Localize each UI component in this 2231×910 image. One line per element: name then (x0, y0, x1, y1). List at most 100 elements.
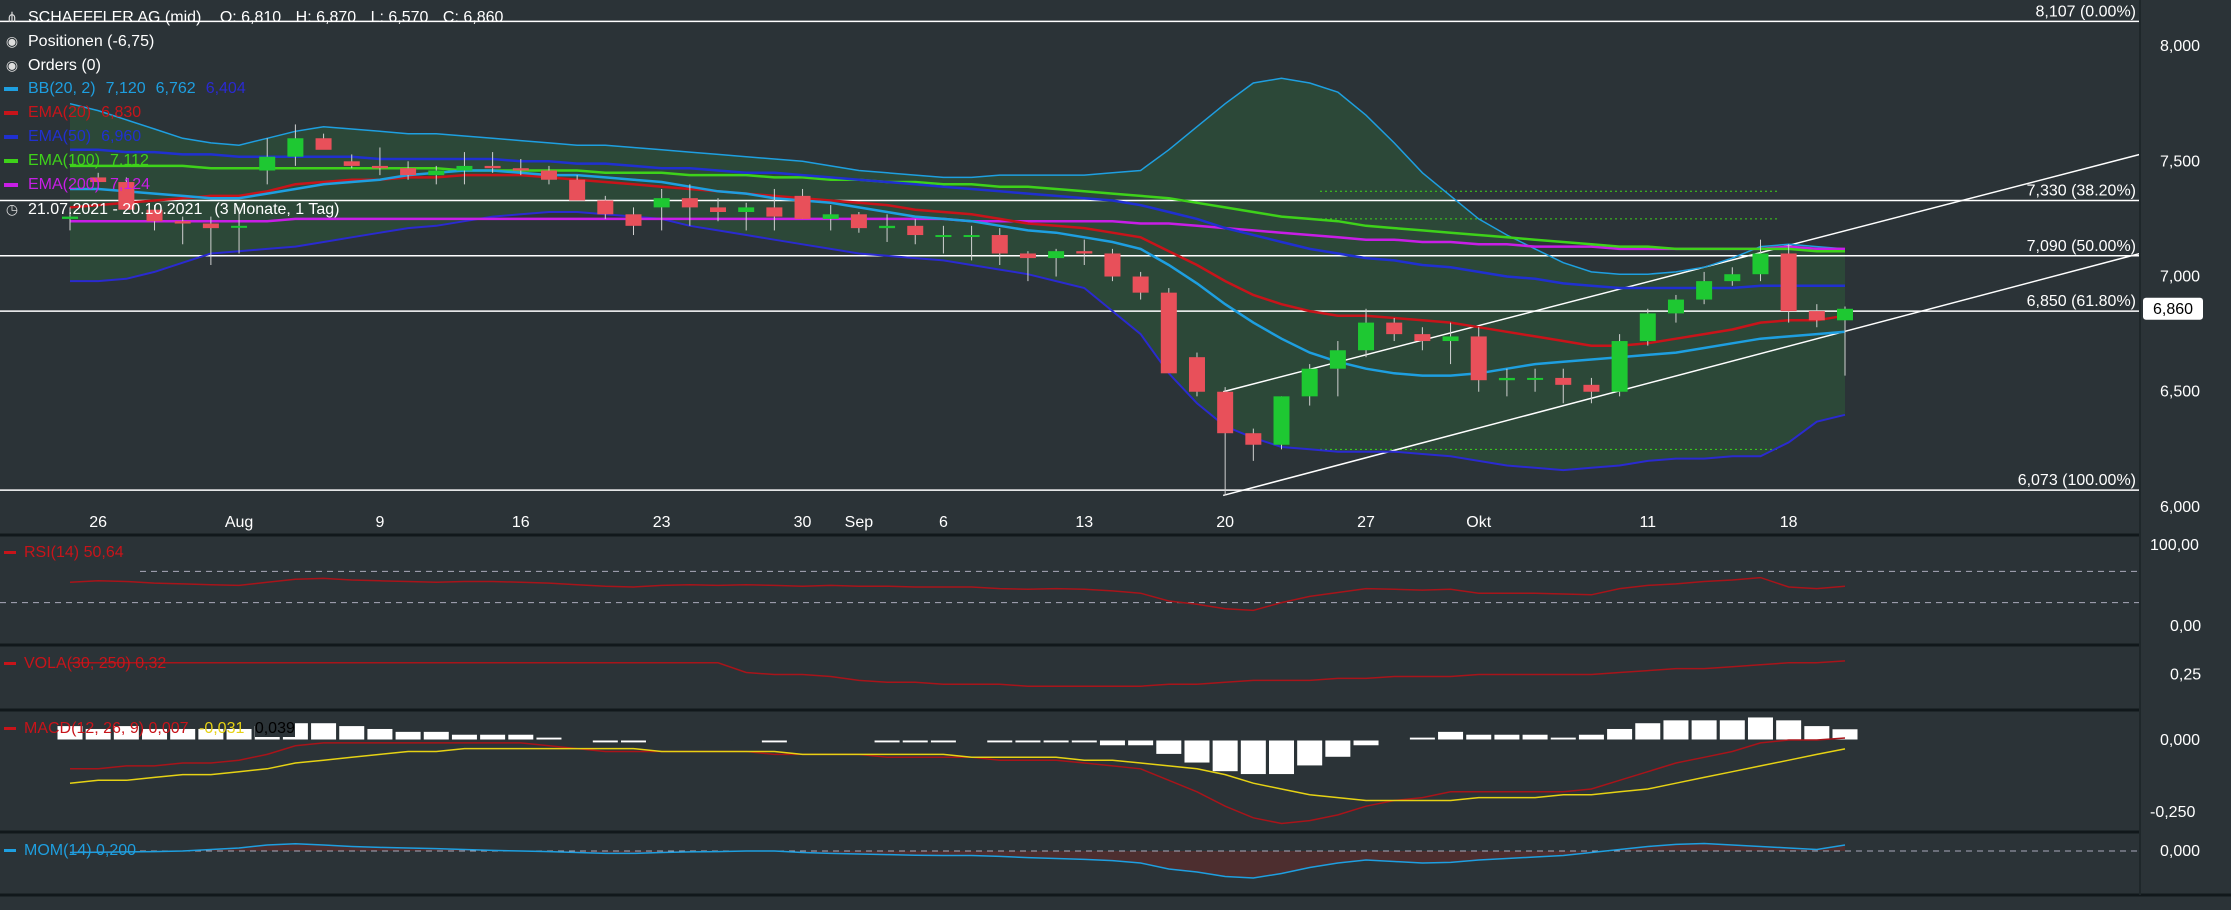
macd-histogram-bar (704, 739, 732, 742)
radio-icon: ◉ (5, 57, 19, 73)
mom-axis-label: 0,000 (2160, 843, 2200, 860)
candle-body (1188, 357, 1205, 392)
ohlc-close-value: 6,860 (463, 9, 504, 26)
candle-body (1414, 334, 1431, 342)
positions-row[interactable]: ◉ Positionen (-6,75) (4, 30, 154, 52)
ohlc-high-label: H: (295, 9, 312, 26)
x-axis-label: 30 (794, 514, 812, 531)
ema100-swatch (4, 158, 18, 163)
macd-histogram-bar (648, 739, 676, 742)
macd-histogram-bar (366, 727, 394, 741)
macd-histogram-bar (986, 739, 1014, 744)
positions-label: Positionen (-6,75) (28, 33, 155, 50)
ohlc-open-label: O: (219, 9, 237, 26)
macd-histogram-bar (1324, 739, 1352, 758)
macd-histogram-bar (338, 725, 366, 741)
macd-histogram-bar (1746, 716, 1774, 741)
bb-swatch (4, 86, 18, 91)
legend-ema100[interactable]: EMA(100) 7,112 (4, 150, 149, 172)
macd-histogram-bar (1014, 739, 1042, 744)
price-axis-label: 6,500 (2160, 384, 2200, 401)
candle-body (1696, 281, 1713, 300)
macd-legend[interactable]: MACD(12, 26, 9) 0,007 -0,031 0,039 (4, 720, 295, 738)
period-row[interactable]: ◷ 21.07.2021 - 20.10.2021 (3 Monate, 1 Tag… (4, 198, 340, 220)
orders-row[interactable]: ◉ Orders (0) (4, 54, 101, 76)
macd-histogram-bar (1127, 739, 1155, 747)
macd-histogram-bar (1437, 730, 1465, 741)
candle-body (1358, 322, 1375, 351)
candle-body (738, 207, 755, 212)
candle-body (850, 214, 867, 229)
candle-body (710, 207, 727, 212)
candle-body (1470, 336, 1487, 381)
candle-body (1273, 396, 1290, 445)
macd-histogram-bar (1634, 722, 1662, 741)
vola-legend[interactable]: VOLA(30, 250) 0,32 (4, 655, 166, 673)
candle-body (879, 225, 896, 229)
ema50-value: 6,960 (101, 128, 142, 145)
macd-histogram-bar (1211, 739, 1239, 773)
x-axis-label: 11 (1639, 514, 1656, 531)
x-axis-label: 18 (1780, 514, 1798, 531)
candle-body (315, 138, 332, 150)
macd-histogram-bar (789, 739, 817, 742)
rsi-value: 50,64 (83, 544, 124, 561)
macd-histogram-bar (845, 739, 873, 742)
candle-body (1301, 368, 1318, 397)
candle-body (1780, 253, 1797, 312)
orders-label: Orders (0) (28, 57, 101, 74)
chart-settings-icon[interactable]: ⋔ (4, 6, 20, 28)
candle-body (681, 198, 698, 208)
legend-ema20[interactable]: EMA(20) 6,830 (4, 102, 141, 124)
rsi-axis-label: 0,00 (2170, 618, 2201, 635)
vola-swatch (4, 662, 16, 666)
vola-value: 0,32 (135, 655, 167, 672)
ema50-swatch (4, 134, 18, 139)
macd-histogram-bar (1465, 733, 1493, 741)
macd-histogram-bar (732, 739, 760, 742)
macd-histogram-bar (760, 739, 788, 744)
macd-histogram-bar (479, 733, 507, 741)
fib-level-label: 8,107 (0.00%) (2035, 3, 2136, 20)
macd-histogram-bar (1577, 733, 1605, 741)
candle-body (428, 170, 445, 176)
macd-histogram-bar (1803, 725, 1831, 741)
legend-ema200[interactable]: EMA(200) 7,124 (4, 174, 150, 196)
x-axis-label: Okt (1466, 514, 1491, 531)
rsi-legend[interactable]: RSI(14) 50,64 (4, 544, 124, 562)
macd-axis-label: 0,000 (2160, 732, 2200, 749)
macd-histogram-bar (1493, 733, 1521, 741)
chart-canvas[interactable]: 8,107 (0.00%) 7,330 (38.20%) 7,090 (50.00%… (0, 0, 2231, 910)
ema20-label: EMA(20) (28, 104, 92, 121)
candle-body (1329, 350, 1346, 369)
candle-body (1667, 299, 1684, 314)
macd-histogram-bar (1296, 739, 1324, 767)
macd-histogram-bar (901, 739, 929, 744)
macd-label: MACD(12, 26, 9) (24, 720, 145, 737)
candle-body (907, 225, 924, 236)
last-price-value: 6,860 (2153, 301, 2193, 318)
x-axis-label: 27 (1357, 514, 1375, 531)
candle-body (1583, 384, 1600, 392)
macd-histogram-bar (958, 739, 986, 742)
x-axis-label: 9 (375, 514, 384, 531)
candle-body (1104, 253, 1121, 277)
legend-ema50[interactable]: EMA(50) 6,960 (4, 126, 141, 148)
price-axis-label: 6,000 (2160, 499, 2200, 516)
candle-body (371, 165, 388, 169)
ema200-value: 7,124 (110, 176, 151, 193)
candle-body (597, 200, 614, 215)
candle-body (174, 221, 191, 224)
legend-bb[interactable]: BB(20, 2) 7,120 6,762 6,404 (4, 78, 246, 100)
candle-body (963, 235, 980, 238)
candle-body (400, 168, 417, 176)
candle-body (484, 165, 501, 169)
candle-body (1386, 322, 1403, 335)
macd-histogram-bar (1268, 739, 1296, 776)
candle-body (569, 179, 586, 201)
mom-legend[interactable]: MOM(14) 0,200 (4, 842, 136, 860)
macd-histogram-bar (535, 736, 563, 741)
ohlc-low-label: L: (370, 9, 384, 26)
ohlc-low-value: 6,570 (388, 9, 429, 26)
macd-signal-value: -0,031 (199, 720, 245, 737)
